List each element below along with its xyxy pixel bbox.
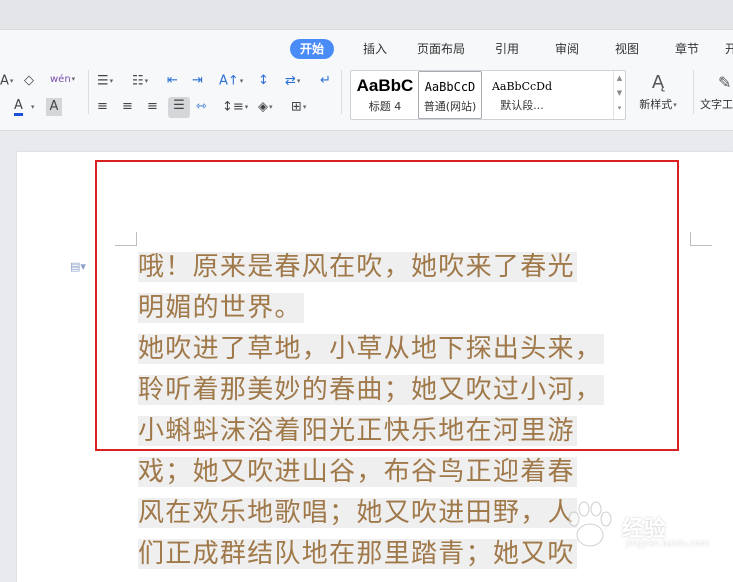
phonetic-guide-icon[interactable]: wén▾ — [50, 70, 75, 88]
margin-corner-left — [115, 232, 137, 246]
watermark: 经验 jingyan.baidu.com — [560, 497, 709, 553]
ribbon-tabs: 开始 插入 页面布局 引用 审阅 视图 章节 开 — [0, 38, 733, 60]
tab-insert[interactable]: 插入 — [363, 39, 387, 59]
numbered-list-icon[interactable]: ☷▾ — [132, 72, 148, 90]
style-gallery: AaBbC 标题 4 AaBbCcD 普通(网站) AaBbCcDd 默认段..… — [350, 70, 626, 120]
ribbon: 开始 插入 页面布局 引用 审阅 视图 章节 开 A▾ ◇ wén▾ ☰▾ ☷▾… — [0, 30, 733, 131]
borders-icon[interactable]: ⊞▾ — [291, 98, 306, 116]
gallery-scrollbar[interactable]: ▲ ▼ ▾ — [613, 71, 625, 119]
align-left-icon[interactable]: ≡ — [97, 98, 108, 116]
sort-icon[interactable]: ↕ — [258, 72, 269, 90]
tab-view[interactable]: 视图 — [615, 39, 639, 59]
increase-indent-icon[interactable]: ⇥ — [192, 72, 203, 90]
clear-format-partial-icon[interactable]: A▾ — [0, 72, 13, 90]
style-heading-4[interactable]: AaBbC 标题 4 — [353, 71, 417, 119]
tab-references[interactable]: 引用 — [495, 39, 519, 59]
text-tools-button[interactable]: ✎ 文字工 — [700, 70, 733, 112]
new-style-icon: Ą — [651, 72, 665, 93]
bullet-list-icon[interactable]: ☰▾ — [97, 72, 113, 90]
style-normal-web[interactable]: AaBbCcD 普通(网站) — [418, 71, 482, 119]
style-default-paragraph[interactable]: AaBbCcDd 默认段... — [484, 71, 560, 119]
align-justify-icon[interactable]: ☰ — [168, 97, 190, 118]
change-case-icon[interactable]: A↑▾ — [219, 72, 243, 90]
show-marks-icon[interactable]: ↵ — [320, 72, 331, 90]
align-right-icon[interactable]: ≡ — [147, 98, 158, 116]
tab-home[interactable]: 开始 — [290, 39, 335, 59]
shading-icon[interactable]: ◈▾ — [258, 98, 273, 116]
text-line: 戏；她又吹进山谷，布谷鸟正迎着春 — [138, 457, 577, 487]
paragraph-marker-icon[interactable]: ▤▾ — [70, 260, 86, 273]
divider — [693, 70, 694, 114]
paw-icon — [568, 501, 612, 547]
new-style-button[interactable]: Ą 新样式▾ — [633, 70, 683, 112]
text-line: 明媚的世界。 — [138, 293, 304, 323]
line-spacing-icon[interactable]: ↕≡▾ — [222, 98, 248, 116]
text-line: 聆听着那美妙的春曲；她又吹过小河， — [138, 375, 605, 405]
text-line: 小蝌蚪沫浴着阳光正快乐地在河里游 — [138, 416, 577, 446]
distributed-align-icon[interactable]: ⇿ — [196, 98, 207, 116]
font-color-icon[interactable]: A — [14, 98, 23, 116]
tab-chapter[interactable]: 章节 — [675, 39, 699, 59]
align-center-icon[interactable]: ≡ — [122, 98, 133, 116]
tab-page-layout[interactable]: 页面布局 — [417, 39, 465, 59]
text-line: 她吹进了草地，小草从地下探出头来， — [138, 334, 605, 364]
char-shading-icon[interactable]: A — [46, 98, 62, 116]
title-bar — [0, 0, 733, 30]
tab-developer[interactable]: 开 — [725, 39, 733, 59]
font-color-dropdown-icon[interactable]: ▾ — [30, 98, 35, 116]
divider — [341, 70, 342, 114]
tab-review[interactable]: 审阅 — [555, 39, 579, 59]
decrease-indent-icon[interactable]: ⇤ — [167, 72, 178, 90]
divider — [88, 70, 89, 114]
text-line: 哦！原来是春风在吹，她吹来了春光 — [138, 252, 577, 282]
text-tools-icon: ✎ — [718, 73, 732, 92]
margin-corner-right — [690, 232, 712, 246]
eraser-icon[interactable]: ◇ — [24, 72, 34, 90]
text-direction-icon[interactable]: ⇄▾ — [285, 72, 300, 90]
